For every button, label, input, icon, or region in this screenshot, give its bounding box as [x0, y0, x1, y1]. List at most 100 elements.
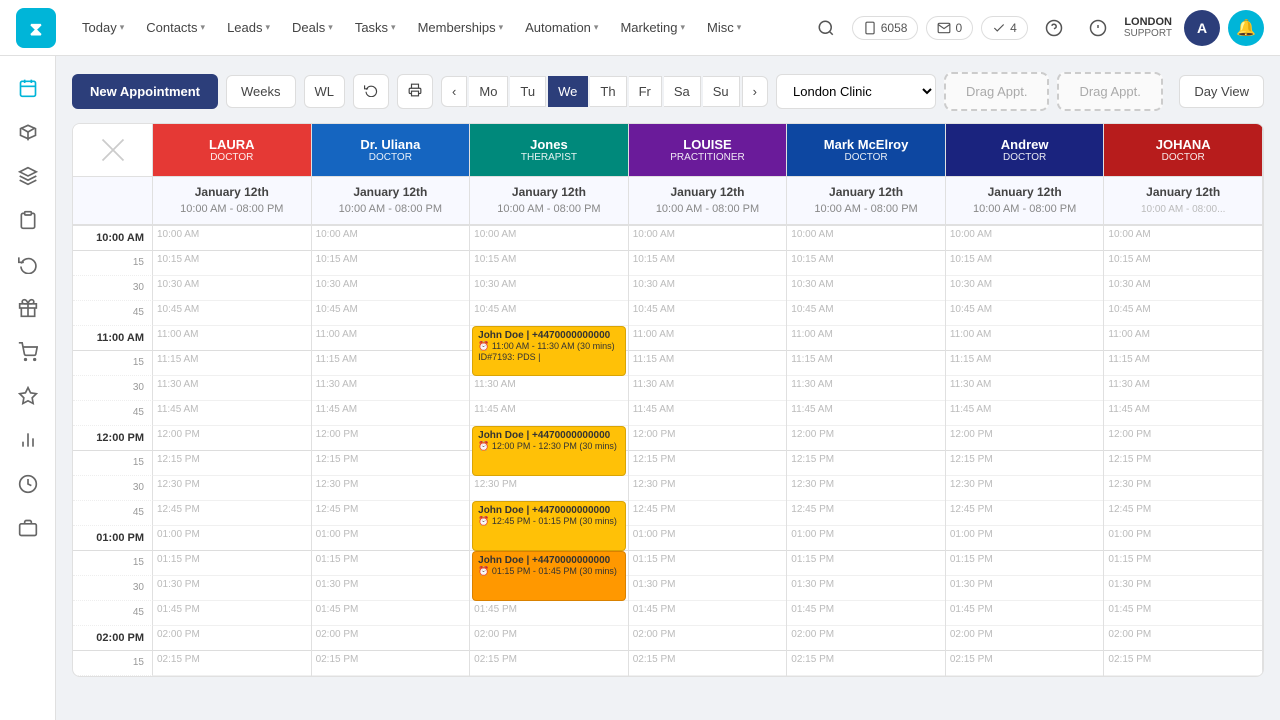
- calendar-cell[interactable]: 10:30 AM: [787, 276, 945, 301]
- calendar-cell[interactable]: 02:15 PM: [946, 651, 1104, 676]
- calendar-cell[interactable]: 01:45 PM: [787, 601, 945, 626]
- day-tab-we[interactable]: We: [548, 76, 588, 107]
- calendar-cell[interactable]: 10:45 AM: [629, 301, 787, 326]
- calendar-cell[interactable]: 01:45 PM: [312, 601, 470, 626]
- calendar-cell[interactable]: 01:45 PM: [1104, 601, 1262, 626]
- calendar-cell[interactable]: 12:00 PM: [153, 426, 311, 451]
- doctor-column-6[interactable]: 10:00 AM10:15 AM10:30 AM10:45 AM11:00 AM…: [1104, 226, 1263, 676]
- appointment-appt2[interactable]: John Doe | +4470000000000 ⏰ 12:00 PM - 1…: [472, 426, 626, 476]
- calendar-cell[interactable]: 01:00 PM: [1104, 526, 1262, 551]
- calendar-cell[interactable]: 01:00 PM: [787, 526, 945, 551]
- calendar-cell[interactable]: 10:30 AM: [153, 276, 311, 301]
- calendar-cell[interactable]: 02:00 PM: [787, 626, 945, 651]
- phone-badge[interactable]: 6058: [852, 16, 919, 40]
- calendar-cell[interactable]: 01:30 PM: [1104, 576, 1262, 601]
- nav-today[interactable]: Today ▾: [72, 14, 134, 41]
- calendar-cell[interactable]: 02:15 PM: [1104, 651, 1262, 676]
- calendar-cell[interactable]: 12:00 PM: [629, 426, 787, 451]
- calendar-cell[interactable]: 11:15 AM: [787, 351, 945, 376]
- doctor-column-0[interactable]: 10:00 AM10:15 AM10:30 AM10:45 AM11:00 AM…: [153, 226, 312, 676]
- calendar-cell[interactable]: 02:15 PM: [153, 651, 311, 676]
- calendar-cell[interactable]: 10:15 AM: [153, 251, 311, 276]
- calendar-cell[interactable]: 10:30 AM: [312, 276, 470, 301]
- calendar-cell[interactable]: 10:45 AM: [946, 301, 1104, 326]
- calendar-cell[interactable]: 10:15 AM: [470, 251, 628, 276]
- doctor-column-4[interactable]: 10:00 AM10:15 AM10:30 AM10:45 AM11:00 AM…: [787, 226, 946, 676]
- calendar-cell[interactable]: 10:00 AM: [787, 226, 945, 251]
- doctor-column-3[interactable]: 10:00 AM10:15 AM10:30 AM10:45 AM11:00 AM…: [629, 226, 788, 676]
- calendar-cell[interactable]: 01:30 PM: [629, 576, 787, 601]
- calendar-cell[interactable]: 01:45 PM: [153, 601, 311, 626]
- calendar-cell[interactable]: 01:15 PM: [629, 551, 787, 576]
- calendar-cell[interactable]: 10:45 AM: [312, 301, 470, 326]
- calendar-cell[interactable]: 01:30 PM: [153, 576, 311, 601]
- calendar-cell[interactable]: 01:00 PM: [946, 526, 1104, 551]
- sidebar-icon-layers[interactable]: [8, 156, 48, 196]
- calendar-cell[interactable]: 02:00 PM: [470, 626, 628, 651]
- sidebar-icon-cart[interactable]: [8, 332, 48, 372]
- help-button[interactable]: [1036, 10, 1072, 46]
- sidebar-icon-calendar[interactable]: [8, 68, 48, 108]
- calendar-cell[interactable]: 01:30 PM: [946, 576, 1104, 601]
- nav-leads[interactable]: Leads ▾: [217, 14, 280, 41]
- nav-contacts[interactable]: Contacts ▾: [136, 14, 215, 41]
- calendar-cell[interactable]: 11:00 AM: [787, 326, 945, 351]
- calendar-cell[interactable]: 01:45 PM: [470, 601, 628, 626]
- calendar-cell[interactable]: 12:00 PM: [1104, 426, 1262, 451]
- calendar-cell[interactable]: 12:45 PM: [1104, 501, 1262, 526]
- calendar-cell[interactable]: 02:00 PM: [312, 626, 470, 651]
- calendar-cell[interactable]: 02:15 PM: [787, 651, 945, 676]
- calendar-cell[interactable]: 12:00 PM: [787, 426, 945, 451]
- sidebar-icon-box[interactable]: [8, 112, 48, 152]
- calendar-cell[interactable]: 11:45 AM: [787, 401, 945, 426]
- calendar-cell[interactable]: 12:15 PM: [312, 451, 470, 476]
- nav-deals[interactable]: Deals ▾: [282, 14, 343, 41]
- day-tab-tu[interactable]: Tu: [510, 76, 546, 107]
- sidebar-icon-clock[interactable]: [8, 464, 48, 504]
- email-badge[interactable]: 0: [926, 16, 973, 40]
- calendar-cell[interactable]: 12:30 PM: [470, 476, 628, 501]
- calendar-cell[interactable]: 10:00 AM: [470, 226, 628, 251]
- calendar-cell[interactable]: 11:45 AM: [629, 401, 787, 426]
- calendar-cell[interactable]: 01:15 PM: [946, 551, 1104, 576]
- calendar-cell[interactable]: 11:00 AM: [153, 326, 311, 351]
- calendar-cell[interactable]: 10:30 AM: [629, 276, 787, 301]
- calendar-cell[interactable]: 12:30 PM: [153, 476, 311, 501]
- calendar-cell[interactable]: 11:15 AM: [946, 351, 1104, 376]
- calendar-cell[interactable]: 01:15 PM: [153, 551, 311, 576]
- calendar-cell[interactable]: 01:00 PM: [153, 526, 311, 551]
- info-button[interactable]: [1080, 10, 1116, 46]
- appointment-appt1[interactable]: John Doe | +4470000000000 ⏰ 11:00 AM - 1…: [472, 326, 626, 376]
- drag-appt-box-1[interactable]: Drag Appt.: [944, 72, 1049, 111]
- calendar-cell[interactable]: 01:30 PM: [787, 576, 945, 601]
- calendar-cell[interactable]: 02:15 PM: [629, 651, 787, 676]
- calendar-cell[interactable]: 10:00 AM: [629, 226, 787, 251]
- calendar-cell[interactable]: 10:00 AM: [1104, 226, 1262, 251]
- doctor-column-1[interactable]: 10:00 AM10:15 AM10:30 AM10:45 AM11:00 AM…: [312, 226, 471, 676]
- calendar-cell[interactable]: 11:30 AM: [470, 376, 628, 401]
- weeks-button[interactable]: Weeks: [226, 75, 296, 108]
- refresh-button[interactable]: [353, 74, 389, 109]
- calendar-cell[interactable]: 10:45 AM: [470, 301, 628, 326]
- calendar-cell[interactable]: 11:00 AM: [312, 326, 470, 351]
- doctor-column-2[interactable]: 10:00 AM10:15 AM10:30 AM10:45 AM11:00 AM…: [470, 226, 629, 676]
- calendar-cell[interactable]: 02:15 PM: [312, 651, 470, 676]
- calendar-cell[interactable]: 01:00 PM: [629, 526, 787, 551]
- calendar-cell[interactable]: 11:15 AM: [153, 351, 311, 376]
- sidebar-icon-clipboard[interactable]: [8, 200, 48, 240]
- calendar-cell[interactable]: 10:00 AM: [946, 226, 1104, 251]
- day-tab-fr[interactable]: Fr: [629, 76, 662, 107]
- day-tab-mo[interactable]: Mo: [469, 76, 508, 107]
- notification-bell[interactable]: 🔔: [1228, 10, 1264, 46]
- calendar-cell[interactable]: 01:00 PM: [312, 526, 470, 551]
- calendar-cell[interactable]: 12:30 PM: [629, 476, 787, 501]
- day-tab-sa[interactable]: Sa: [664, 76, 701, 107]
- sidebar-icon-chart[interactable]: [8, 420, 48, 460]
- calendar-cell[interactable]: 10:15 AM: [787, 251, 945, 276]
- calendar-cell[interactable]: 12:45 PM: [153, 501, 311, 526]
- calendar-cell[interactable]: 11:30 AM: [153, 376, 311, 401]
- calendar-cell[interactable]: 02:00 PM: [629, 626, 787, 651]
- nav-misc[interactable]: Misc ▾: [697, 14, 751, 41]
- calendar-cell[interactable]: 10:30 AM: [946, 276, 1104, 301]
- doctor-column-5[interactable]: 10:00 AM10:15 AM10:30 AM10:45 AM11:00 AM…: [946, 226, 1105, 676]
